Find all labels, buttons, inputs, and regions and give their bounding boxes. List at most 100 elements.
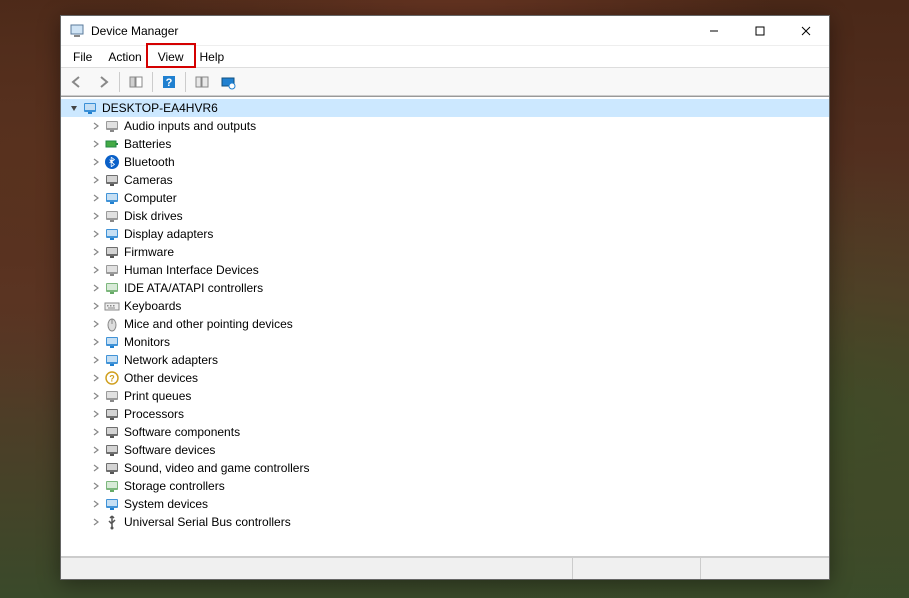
tree-node-label: Audio inputs and outputs <box>124 119 256 133</box>
tree-node[interactable]: Storage controllers <box>61 477 829 495</box>
tree-node[interactable]: Human Interface Devices <box>61 261 829 279</box>
menubar: FileActionViewHelp <box>61 46 829 68</box>
chevron-right-icon[interactable] <box>89 461 103 475</box>
device-tree[interactable]: DESKTOP-EA4HVR6 Audio inputs and outputs B… <box>61 96 829 557</box>
tree-node[interactable]: Mice and other pointing devices <box>61 315 829 333</box>
minimize-button[interactable] <box>691 16 737 46</box>
chevron-right-icon[interactable] <box>89 191 103 205</box>
printer-icon <box>104 388 120 404</box>
tree-node-label: Monitors <box>124 335 170 349</box>
chevron-right-icon[interactable] <box>89 155 103 169</box>
chevron-right-icon[interactable] <box>89 371 103 385</box>
other-icon: ? <box>104 370 120 386</box>
device-manager-window: Device Manager FileActionViewHelp ? <box>60 15 830 580</box>
toolbar-separator <box>152 72 153 92</box>
tree-node-label: Disk drives <box>124 209 183 223</box>
tree-node[interactable]: Batteries <box>61 135 829 153</box>
tree-node[interactable]: Software components <box>61 423 829 441</box>
audio-icon <box>104 118 120 134</box>
tree-node-label: Network adapters <box>124 353 218 367</box>
chevron-right-icon[interactable] <box>89 263 103 277</box>
status-cell <box>701 558 829 579</box>
tree-node[interactable]: Print queues <box>61 387 829 405</box>
close-button[interactable] <box>783 16 829 46</box>
tree-node[interactable]: Software devices <box>61 441 829 459</box>
chevron-right-icon[interactable] <box>89 443 103 457</box>
chevron-right-icon[interactable] <box>89 425 103 439</box>
tree-node[interactable]: Audio inputs and outputs <box>61 117 829 135</box>
window-title: Device Manager <box>91 24 691 38</box>
battery-icon <box>104 136 120 152</box>
chevron-right-icon[interactable] <box>89 119 103 133</box>
tree-node[interactable]: Universal Serial Bus controllers <box>61 513 829 531</box>
tree-node-label: Storage controllers <box>124 479 225 493</box>
chevron-right-icon[interactable] <box>89 515 103 529</box>
tree-node-label: Software devices <box>124 443 215 457</box>
tree-node[interactable]: ? Other devices <box>61 369 829 387</box>
chevron-right-icon[interactable] <box>89 137 103 151</box>
tree-root-node[interactable]: DESKTOP-EA4HVR6 <box>61 99 829 117</box>
tree-node[interactable]: Monitors <box>61 333 829 351</box>
tree-node[interactable]: System devices <box>61 495 829 513</box>
tree-node-label: Bluetooth <box>124 155 175 169</box>
tree-node-label: Keyboards <box>124 299 181 313</box>
scan-hardware-button[interactable] <box>216 71 240 93</box>
processor-icon <box>104 406 120 422</box>
chevron-right-icon[interactable] <box>89 299 103 313</box>
tree-node[interactable]: Firmware <box>61 243 829 261</box>
software-dev-icon <box>104 442 120 458</box>
chevron-right-icon[interactable] <box>89 407 103 421</box>
tree-node[interactable]: IDE ATA/ATAPI controllers <box>61 279 829 297</box>
app-icon <box>69 23 85 39</box>
chevron-right-icon[interactable] <box>89 317 103 331</box>
disk-icon <box>104 208 120 224</box>
chevron-right-icon[interactable] <box>89 335 103 349</box>
hid-icon <box>104 262 120 278</box>
camera-icon <box>104 172 120 188</box>
display-icon <box>104 226 120 242</box>
status-cell <box>573 558 702 579</box>
bluetooth-icon <box>104 154 120 170</box>
chevron-right-icon[interactable] <box>89 497 103 511</box>
tree-node[interactable]: Computer <box>61 189 829 207</box>
show-hide-console-tree-button[interactable] <box>124 71 148 93</box>
firmware-icon <box>104 244 120 260</box>
tree-node-label: System devices <box>124 497 208 511</box>
tree-node[interactable]: Keyboards <box>61 297 829 315</box>
titlebar[interactable]: Device Manager <box>61 16 829 46</box>
system-icon <box>104 496 120 512</box>
storage-icon <box>104 478 120 494</box>
tree-node[interactable]: Disk drives <box>61 207 829 225</box>
tree-node[interactable]: Bluetooth <box>61 153 829 171</box>
tree-node[interactable]: Sound, video and game controllers <box>61 459 829 477</box>
chevron-right-icon[interactable] <box>89 245 103 259</box>
tree-node-label: Batteries <box>124 137 171 151</box>
maximize-button[interactable] <box>737 16 783 46</box>
menu-action[interactable]: Action <box>100 46 149 67</box>
tree-node-label: Other devices <box>124 371 198 385</box>
tree-node[interactable]: Display adapters <box>61 225 829 243</box>
svg-text:?: ? <box>166 77 173 89</box>
properties-button[interactable] <box>190 71 214 93</box>
tree-node-label: Print queues <box>124 389 191 403</box>
svg-text:?: ? <box>109 374 115 384</box>
chevron-right-icon[interactable] <box>89 389 103 403</box>
chevron-right-icon[interactable] <box>89 227 103 241</box>
forward-button[interactable] <box>91 71 115 93</box>
help-button[interactable]: ? <box>157 71 181 93</box>
chevron-right-icon[interactable] <box>89 479 103 493</box>
menu-help[interactable]: Help <box>192 46 233 67</box>
menu-file[interactable]: File <box>65 46 100 67</box>
tree-node[interactable]: Cameras <box>61 171 829 189</box>
tree-node[interactable]: Processors <box>61 405 829 423</box>
network-icon <box>104 352 120 368</box>
chevron-right-icon[interactable] <box>89 281 103 295</box>
computer-monitor-icon <box>104 190 120 206</box>
chevron-down-icon[interactable] <box>67 101 81 115</box>
chevron-right-icon[interactable] <box>89 209 103 223</box>
tree-node[interactable]: Network adapters <box>61 351 829 369</box>
menu-view[interactable]: View <box>150 46 192 67</box>
back-button[interactable] <box>65 71 89 93</box>
chevron-right-icon[interactable] <box>89 173 103 187</box>
chevron-right-icon[interactable] <box>89 353 103 367</box>
